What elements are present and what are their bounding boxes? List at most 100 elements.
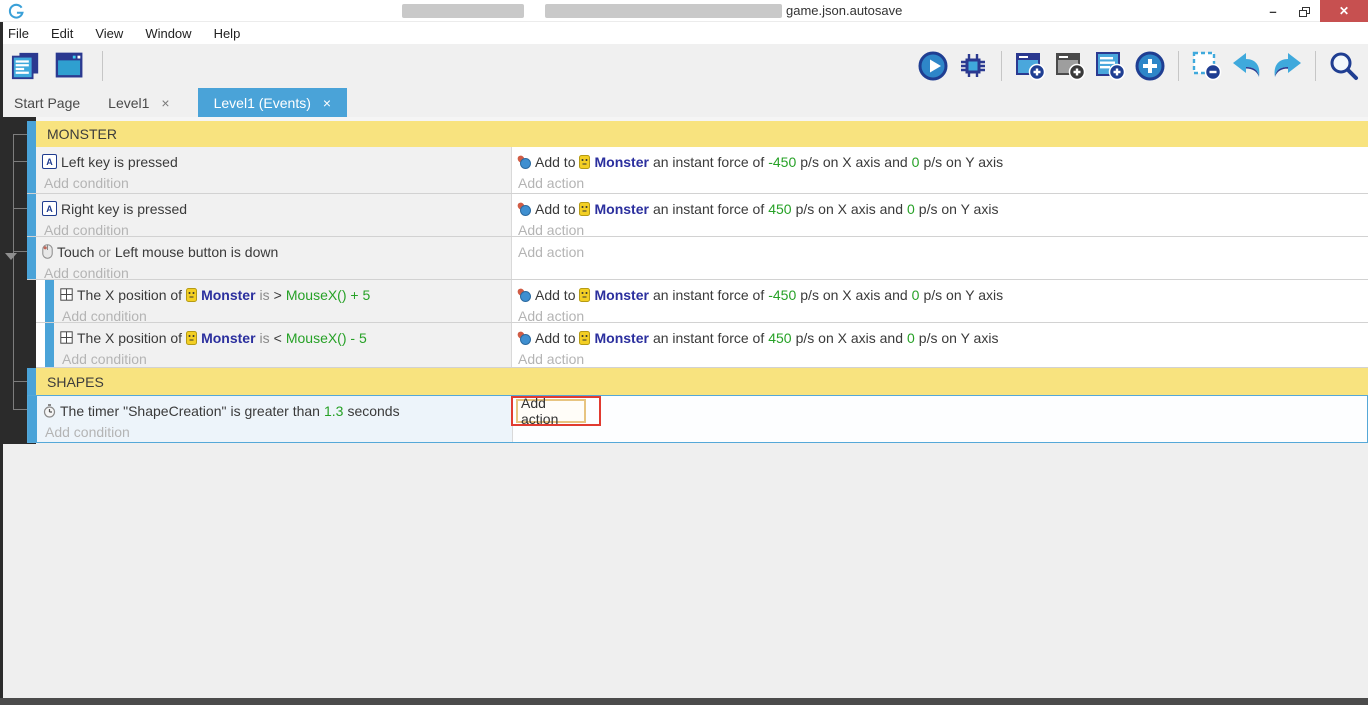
window-left-edge (0, 22, 3, 705)
toolbar-separator (102, 51, 103, 81)
add-circle-icon (1135, 51, 1165, 81)
sub-event-indent (36, 323, 45, 367)
menu-help[interactable]: Help (203, 26, 252, 41)
add-event-icon (1016, 53, 1046, 81)
add-comment-icon (1056, 53, 1086, 81)
action-add-force[interactable]: Add to Monster an instant force of -450 … (516, 284, 1368, 305)
tab-level1-events[interactable]: Level1 (Events) × (197, 88, 348, 117)
section-header-shapes[interactable]: SHAPES (27, 368, 1368, 395)
menu-file[interactable]: File (0, 26, 40, 41)
condition-left-key[interactable]: A Left key is pressed (42, 151, 511, 172)
menu-bar: File Edit View Window Help (0, 22, 1368, 44)
tab-close-icon[interactable]: × (161, 95, 169, 111)
restore-button[interactable] (1290, 0, 1318, 22)
force-action-icon (517, 155, 531, 169)
project-manager-icon (11, 52, 39, 80)
action-add-force[interactable]: Add to Monster an instant force of 450 p… (516, 327, 1368, 348)
project-manager-button[interactable] (10, 50, 42, 82)
event-selection-bar[interactable] (27, 194, 36, 236)
delete-selection-icon (1192, 51, 1222, 81)
menu-edit[interactable]: Edit (40, 26, 84, 41)
add-condition-button[interactable]: Add condition (43, 421, 512, 442)
title-bar: game.json.autosave – ✕ (0, 0, 1368, 22)
event-actions: Add action (513, 395, 1367, 442)
monster-object-icon (186, 287, 198, 302)
condition-x-position[interactable]: The X position of Monster is > MouseX() … (60, 284, 511, 305)
toolbar-separator (1001, 51, 1002, 81)
tree-line (13, 409, 27, 410)
condition-timer[interactable]: The timer "ShapeCreation" is greater tha… (43, 400, 512, 421)
section-label: MONSTER (36, 121, 1368, 147)
event-row: A Left key is pressed Add condition Add … (27, 147, 1368, 194)
redo-button[interactable] (1271, 50, 1303, 82)
window-title: game.json.autosave (786, 3, 903, 18)
event-actions: Add to Monster an instant force of -450 … (512, 280, 1368, 324)
event-conditions: A Left key is pressed Add condition (36, 147, 512, 193)
monster-object-icon (579, 154, 591, 169)
section-label: SHAPES (36, 368, 1368, 395)
condition-x-position[interactable]: The X position of Monster is < MouseX() … (60, 327, 511, 348)
action-add-force[interactable]: Add to Monster an instant force of 450 p… (516, 198, 1368, 219)
add-comment-button[interactable] (1054, 50, 1086, 82)
delete-selection-button[interactable] (1191, 50, 1223, 82)
tree-line (13, 381, 27, 382)
undo-icon (1233, 53, 1260, 77)
monster-object-icon (579, 330, 591, 345)
debug-button[interactable] (957, 50, 989, 82)
event-selection-bar[interactable] (27, 147, 36, 193)
scene-editor-button[interactable] (54, 50, 86, 82)
collapse-toggle-icon[interactable] (5, 253, 17, 260)
section-header-monster[interactable]: MONSTER (27, 121, 1368, 147)
toolbar (0, 44, 1368, 88)
event-conditions: The X position of Monster is < MouseX() … (54, 323, 512, 367)
tab-level1[interactable]: Level1 × (94, 88, 183, 117)
event-row-selected: The timer "ShapeCreation" is greater tha… (27, 395, 1368, 443)
window-bottom-edge (0, 698, 1368, 705)
force-action-icon (517, 288, 531, 302)
add-event-button[interactable] (1014, 50, 1046, 82)
add-action-button[interactable]: Add action (516, 172, 1368, 193)
close-button[interactable]: ✕ (1320, 0, 1368, 22)
event-selection-bar[interactable] (45, 323, 54, 367)
minimize-button[interactable]: – (1258, 0, 1288, 22)
tab-close-icon[interactable]: × (323, 95, 331, 111)
debugger-icon (961, 54, 985, 77)
add-condition-button[interactable]: Add condition (60, 348, 511, 369)
event-selection-bar[interactable] (27, 368, 36, 395)
event-row: A Right key is pressed Add condition Add… (27, 194, 1368, 238)
annotation-highlight-box (511, 396, 601, 426)
action-add-force[interactable]: Add to Monster an instant force of -450 … (516, 151, 1368, 172)
menu-view[interactable]: View (84, 26, 134, 41)
add-condition-button[interactable]: Add condition (42, 172, 511, 193)
add-action-button[interactable]: Add action (516, 348, 1368, 369)
add-other-event-button[interactable] (1134, 50, 1166, 82)
event-selection-bar[interactable] (45, 280, 54, 322)
tree-line (13, 208, 27, 209)
tab-start-page[interactable]: Start Page (0, 88, 94, 117)
mouse-icon (42, 244, 53, 259)
tab-label: Level1 (Events) (213, 94, 311, 111)
add-action-button[interactable]: Add action (516, 241, 1368, 262)
play-icon (918, 51, 948, 81)
tab-bar: Start Page Level1 × Level1 (Events) × (0, 88, 1368, 117)
menu-window[interactable]: Window (134, 26, 202, 41)
force-action-icon (517, 331, 531, 345)
monster-object-icon (579, 287, 591, 302)
add-sub-event-button[interactable] (1094, 50, 1126, 82)
redacted-title-text (402, 4, 524, 18)
preview-button[interactable] (917, 50, 949, 82)
undo-button[interactable] (1231, 50, 1263, 82)
event-conditions: Touch or Left mouse button is down Add c… (36, 237, 512, 281)
event-selection-bar[interactable] (28, 396, 37, 442)
search-button[interactable] (1328, 50, 1360, 82)
add-sub-event-icon (1096, 52, 1126, 81)
event-actions: Add to Monster an instant force of -450 … (512, 147, 1368, 193)
event-selection-bar[interactable] (27, 237, 36, 279)
search-icon (1330, 52, 1358, 80)
condition-right-key[interactable]: A Right key is pressed (42, 198, 511, 219)
condition-touch-mouse[interactable]: Touch or Left mouse button is down (42, 241, 511, 262)
tab-label: Start Page (14, 94, 81, 111)
tree-line (13, 134, 27, 135)
event-selection-bar[interactable] (27, 121, 36, 147)
sub-event-row: The X position of Monster is > MouseX() … (36, 280, 1368, 324)
